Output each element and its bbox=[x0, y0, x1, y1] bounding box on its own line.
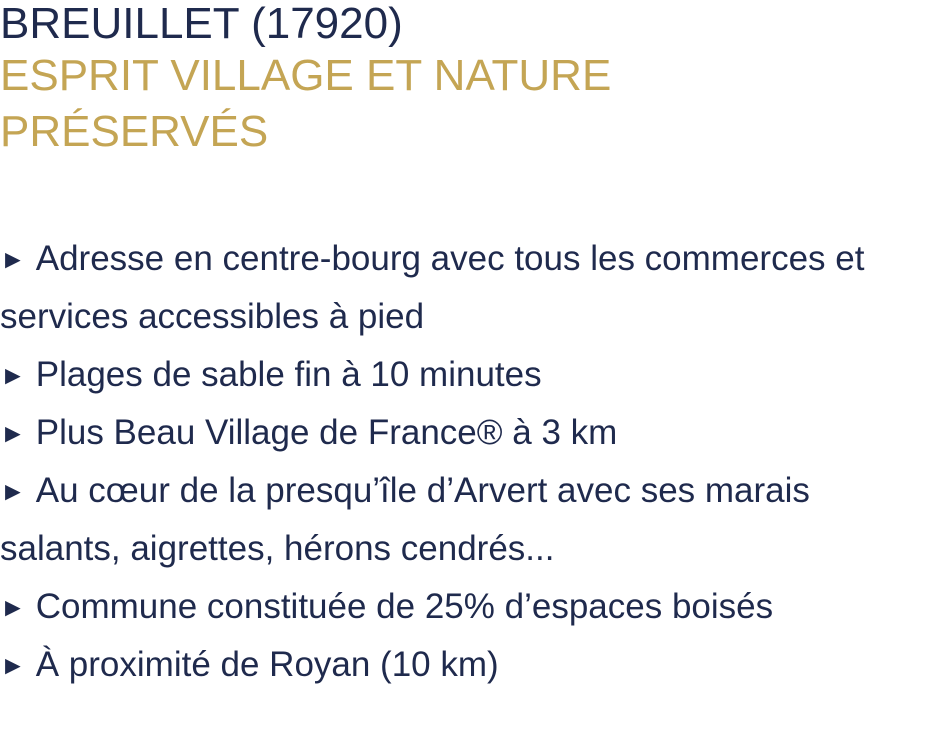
list-item-text: Plus Beau Village de France® à 3 km bbox=[35, 413, 618, 452]
page-title: BREUILLET (17920) bbox=[0, 0, 403, 48]
list-item: ► À proximité de Royan (10 km) bbox=[0, 636, 940, 694]
heading-block: BREUILLET (17920) ESPRIT VILLAGE ET NATU… bbox=[0, 0, 940, 160]
list-item: ► Commune constituée de 25% d’espaces boi… bbox=[0, 578, 940, 636]
arrow-icon: ► bbox=[0, 244, 26, 274]
arrow-icon: ► bbox=[0, 650, 26, 680]
arrow-icon: ► bbox=[0, 418, 26, 448]
features-list: ► Adresse en centre-bourg avec tous les c… bbox=[0, 230, 940, 694]
subtitle-line-1: ESPRIT VILLAGE ET NATURE bbox=[0, 51, 612, 100]
list-item: ► Adresse en centre-bourg avec tous les c… bbox=[0, 230, 940, 346]
list-item: ► Plus Beau Village de France® à 3 km bbox=[0, 404, 940, 462]
list-item: ► Au cœur de la presqu’île d’Arvert avec … bbox=[0, 462, 940, 578]
list-item-text: À proximité de Royan (10 km) bbox=[35, 645, 499, 684]
arrow-icon: ► bbox=[0, 476, 26, 506]
arrow-icon: ► bbox=[0, 592, 26, 622]
list-item-text: Plages de sable fin à 10 minutes bbox=[35, 355, 542, 394]
subtitle-line-2: PRÉSERVÉS bbox=[0, 107, 269, 156]
arrow-icon: ► bbox=[0, 360, 26, 390]
list-item-text: Commune constituée de 25% d’espaces bois… bbox=[35, 587, 774, 626]
list-item: ► Plages de sable fin à 10 minutes bbox=[0, 346, 940, 404]
list-item-text: Adresse en centre-bourg avec tous les co… bbox=[0, 239, 865, 336]
list-item-text: Au cœur de la presqu’île d’Arvert avec s… bbox=[0, 471, 810, 568]
